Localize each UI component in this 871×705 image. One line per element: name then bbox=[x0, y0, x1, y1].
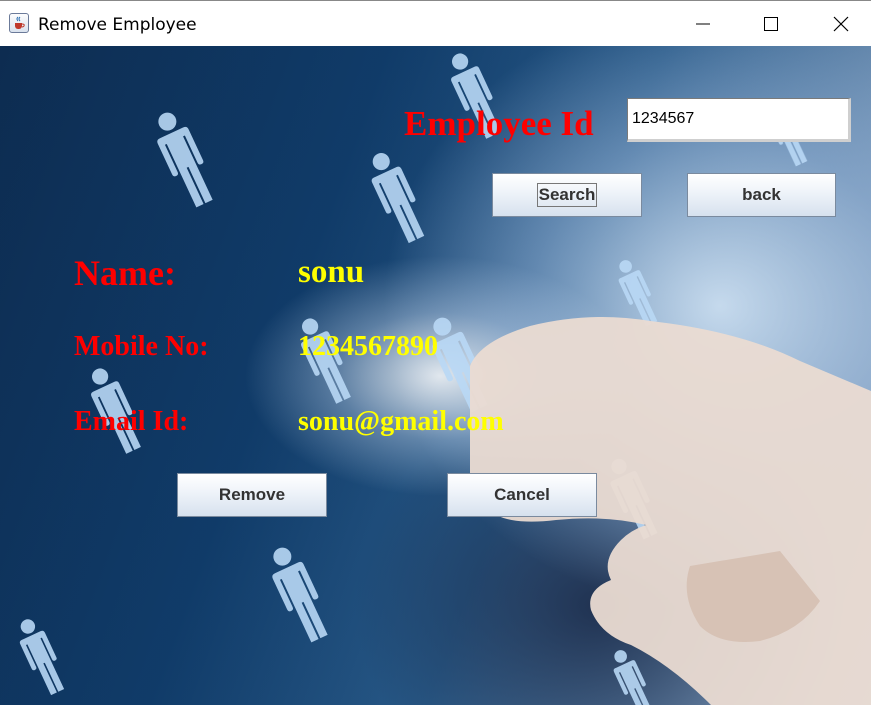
email-value: sonu@gmail.com bbox=[298, 406, 504, 437]
email-label: Email Id: bbox=[74, 406, 189, 437]
employee-id-label: Employee Id bbox=[404, 104, 594, 143]
cancel-button-label: Cancel bbox=[494, 485, 550, 504]
cancel-button[interactable]: Cancel bbox=[447, 473, 597, 517]
maximize-icon bbox=[764, 17, 778, 31]
remove-employee-window: Remove Employee Employee Id 1234567 Sear… bbox=[0, 0, 871, 705]
window-title: Remove Employee bbox=[38, 15, 197, 35]
back-button-label: back bbox=[742, 185, 781, 204]
remove-button-label: Remove bbox=[218, 485, 286, 504]
name-label: Name: bbox=[74, 253, 176, 293]
name-value: sonu bbox=[298, 254, 365, 290]
close-button[interactable] bbox=[812, 1, 870, 47]
mobile-label: Mobile No: bbox=[74, 331, 209, 362]
search-button-label: Search bbox=[536, 183, 598, 207]
search-button[interactable]: Search bbox=[492, 173, 642, 217]
close-icon bbox=[833, 16, 849, 32]
employee-id-input[interactable] bbox=[627, 98, 851, 142]
mobile-value: 1234567890 bbox=[298, 331, 438, 362]
minimize-icon bbox=[696, 23, 710, 25]
remove-button[interactable]: Remove bbox=[177, 473, 327, 517]
java-cup-icon bbox=[9, 13, 29, 33]
back-button[interactable]: back bbox=[687, 173, 836, 217]
minimize-button[interactable] bbox=[674, 1, 732, 47]
content-panel: Employee Id Search back Name: sonu Mobil… bbox=[0, 46, 871, 705]
background-people-image bbox=[11, 48, 871, 705]
maximize-button[interactable] bbox=[742, 1, 800, 47]
title-bar[interactable]: Remove Employee bbox=[0, 0, 871, 46]
